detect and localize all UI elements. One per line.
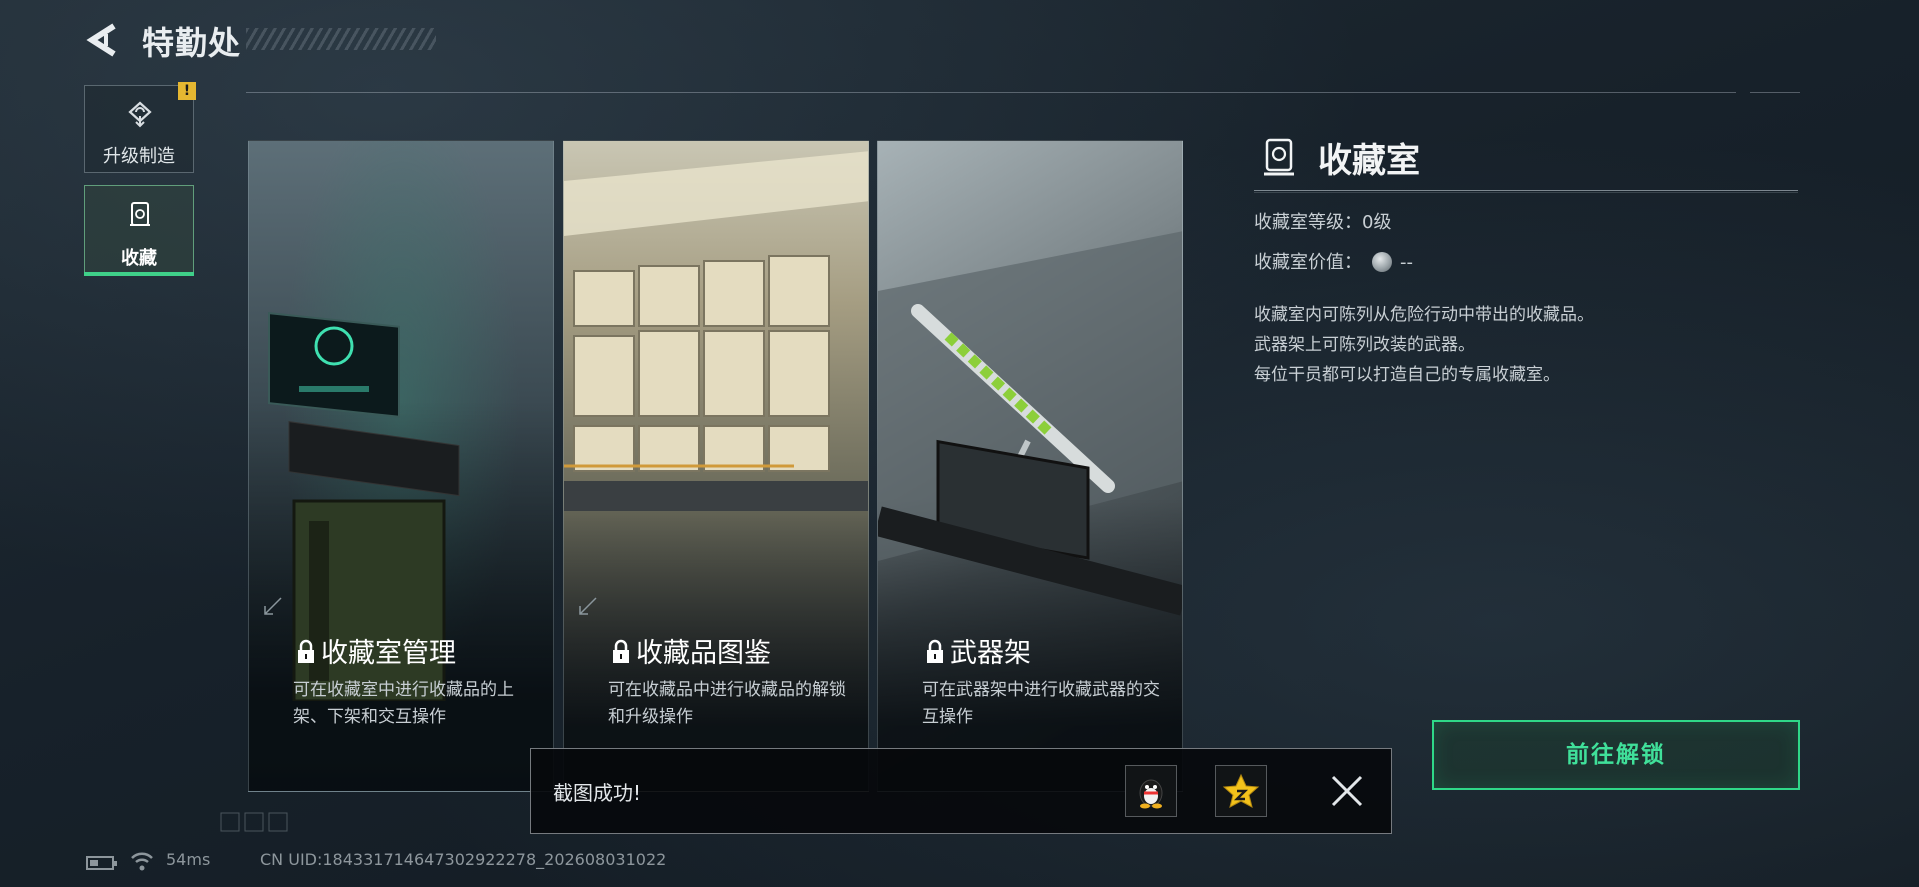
info-description: 收藏室内可陈列从危险行动中带出的收藏品。 武器架上可陈列改装的武器。 每位干员都… [1254,300,1594,390]
share-qzone-button[interactable] [1215,765,1267,817]
divider [1254,192,1798,193]
description-line: 每位干员都可以打造自己的专属收藏室。 [1254,365,1560,385]
lock-icon [927,639,943,663]
collection-vault-icon [1264,138,1294,176]
display-shelf-illustration [564,151,868,511]
expand-corner-icon [579,597,597,615]
card-title: 收藏室管理 [295,631,456,670]
level-value: 0级 [1362,212,1392,233]
divider [246,92,1736,93]
expand-corner-icon [264,597,282,615]
card-title-text: 收藏品图鉴 [636,638,771,669]
qzone-star-icon [1222,773,1260,808]
card-title-text: 收藏室管理 [321,638,456,669]
sidebar-item-collection[interactable]: 收藏 [84,185,194,276]
level-label: 收藏室等级： [1254,212,1362,233]
info-title: 收藏室 [1318,141,1420,181]
page-title: 特勤处 [142,24,242,62]
card-collection-room-management[interactable]: 收藏室管理 可在收藏室中进行收藏品的上架、下架和交互操作 [248,140,554,792]
wifi-icon [131,852,153,871]
lock-icon [298,639,314,663]
card-weapon-rack[interactable]: 武器架 可在武器架中进行收藏武器的交互操作 [877,140,1183,792]
weapon-rack-illustration [878,231,1182,616]
card-description: 可在收藏室中进行收藏品的上架、下架和交互操作 [293,680,514,727]
divider [1254,190,1798,191]
screenshot-toast: 截图成功! [530,748,1392,834]
lock-icon [613,639,629,663]
collection-level: 收藏室等级：0级 [1254,208,1391,234]
share-qq-button[interactable] [1125,765,1177,817]
divider [1750,92,1800,93]
collection-value: 收藏室价值： -- [1254,248,1413,274]
upgrade-cycle-icon [128,101,152,128]
card-description: 可在武器架中进行收藏武器的交互操作 [922,680,1160,727]
battery-icon [86,856,117,870]
description-line: 武器架上可陈列改装的武器。 [1254,335,1475,355]
coin-icon [1372,252,1392,272]
go-unlock-button[interactable]: 前往解锁 [1432,720,1800,790]
card-description: 可在收藏品中进行收藏品的解锁和升级操作 [608,680,846,727]
value-label: 收藏室价值： [1254,252,1362,273]
terminal-illustration [268,311,460,701]
description-line: 收藏室内可陈列从危险行动中带出的收藏品。 [1254,305,1594,325]
alert-badge: ! [178,82,196,100]
qq-penguin-icon [1139,779,1163,809]
close-icon[interactable] [1329,773,1365,809]
value-amount: -- [1400,252,1413,273]
user-uid: CN UID:18433171464730292227​8_2026080310… [260,850,667,869]
card-title: 收藏品图鉴 [610,631,771,670]
title-decoration [246,28,436,50]
ping-readout: 54ms [166,850,211,869]
decoration-squares [220,812,288,832]
card-title: 武器架 [924,631,1031,670]
back-arrow-icon[interactable] [84,22,120,58]
card-title-text: 武器架 [950,638,1031,669]
sidebar-item-label: 收藏 [121,248,157,269]
sidebar-item-label: 升级制造 [103,146,175,167]
card-collectibles-catalog[interactable]: 收藏品图鉴 可在收藏品中进行收藏品的解锁和升级操作 [563,140,869,792]
collection-vault-icon [130,202,150,226]
toast-message: 截图成功! [553,781,642,805]
